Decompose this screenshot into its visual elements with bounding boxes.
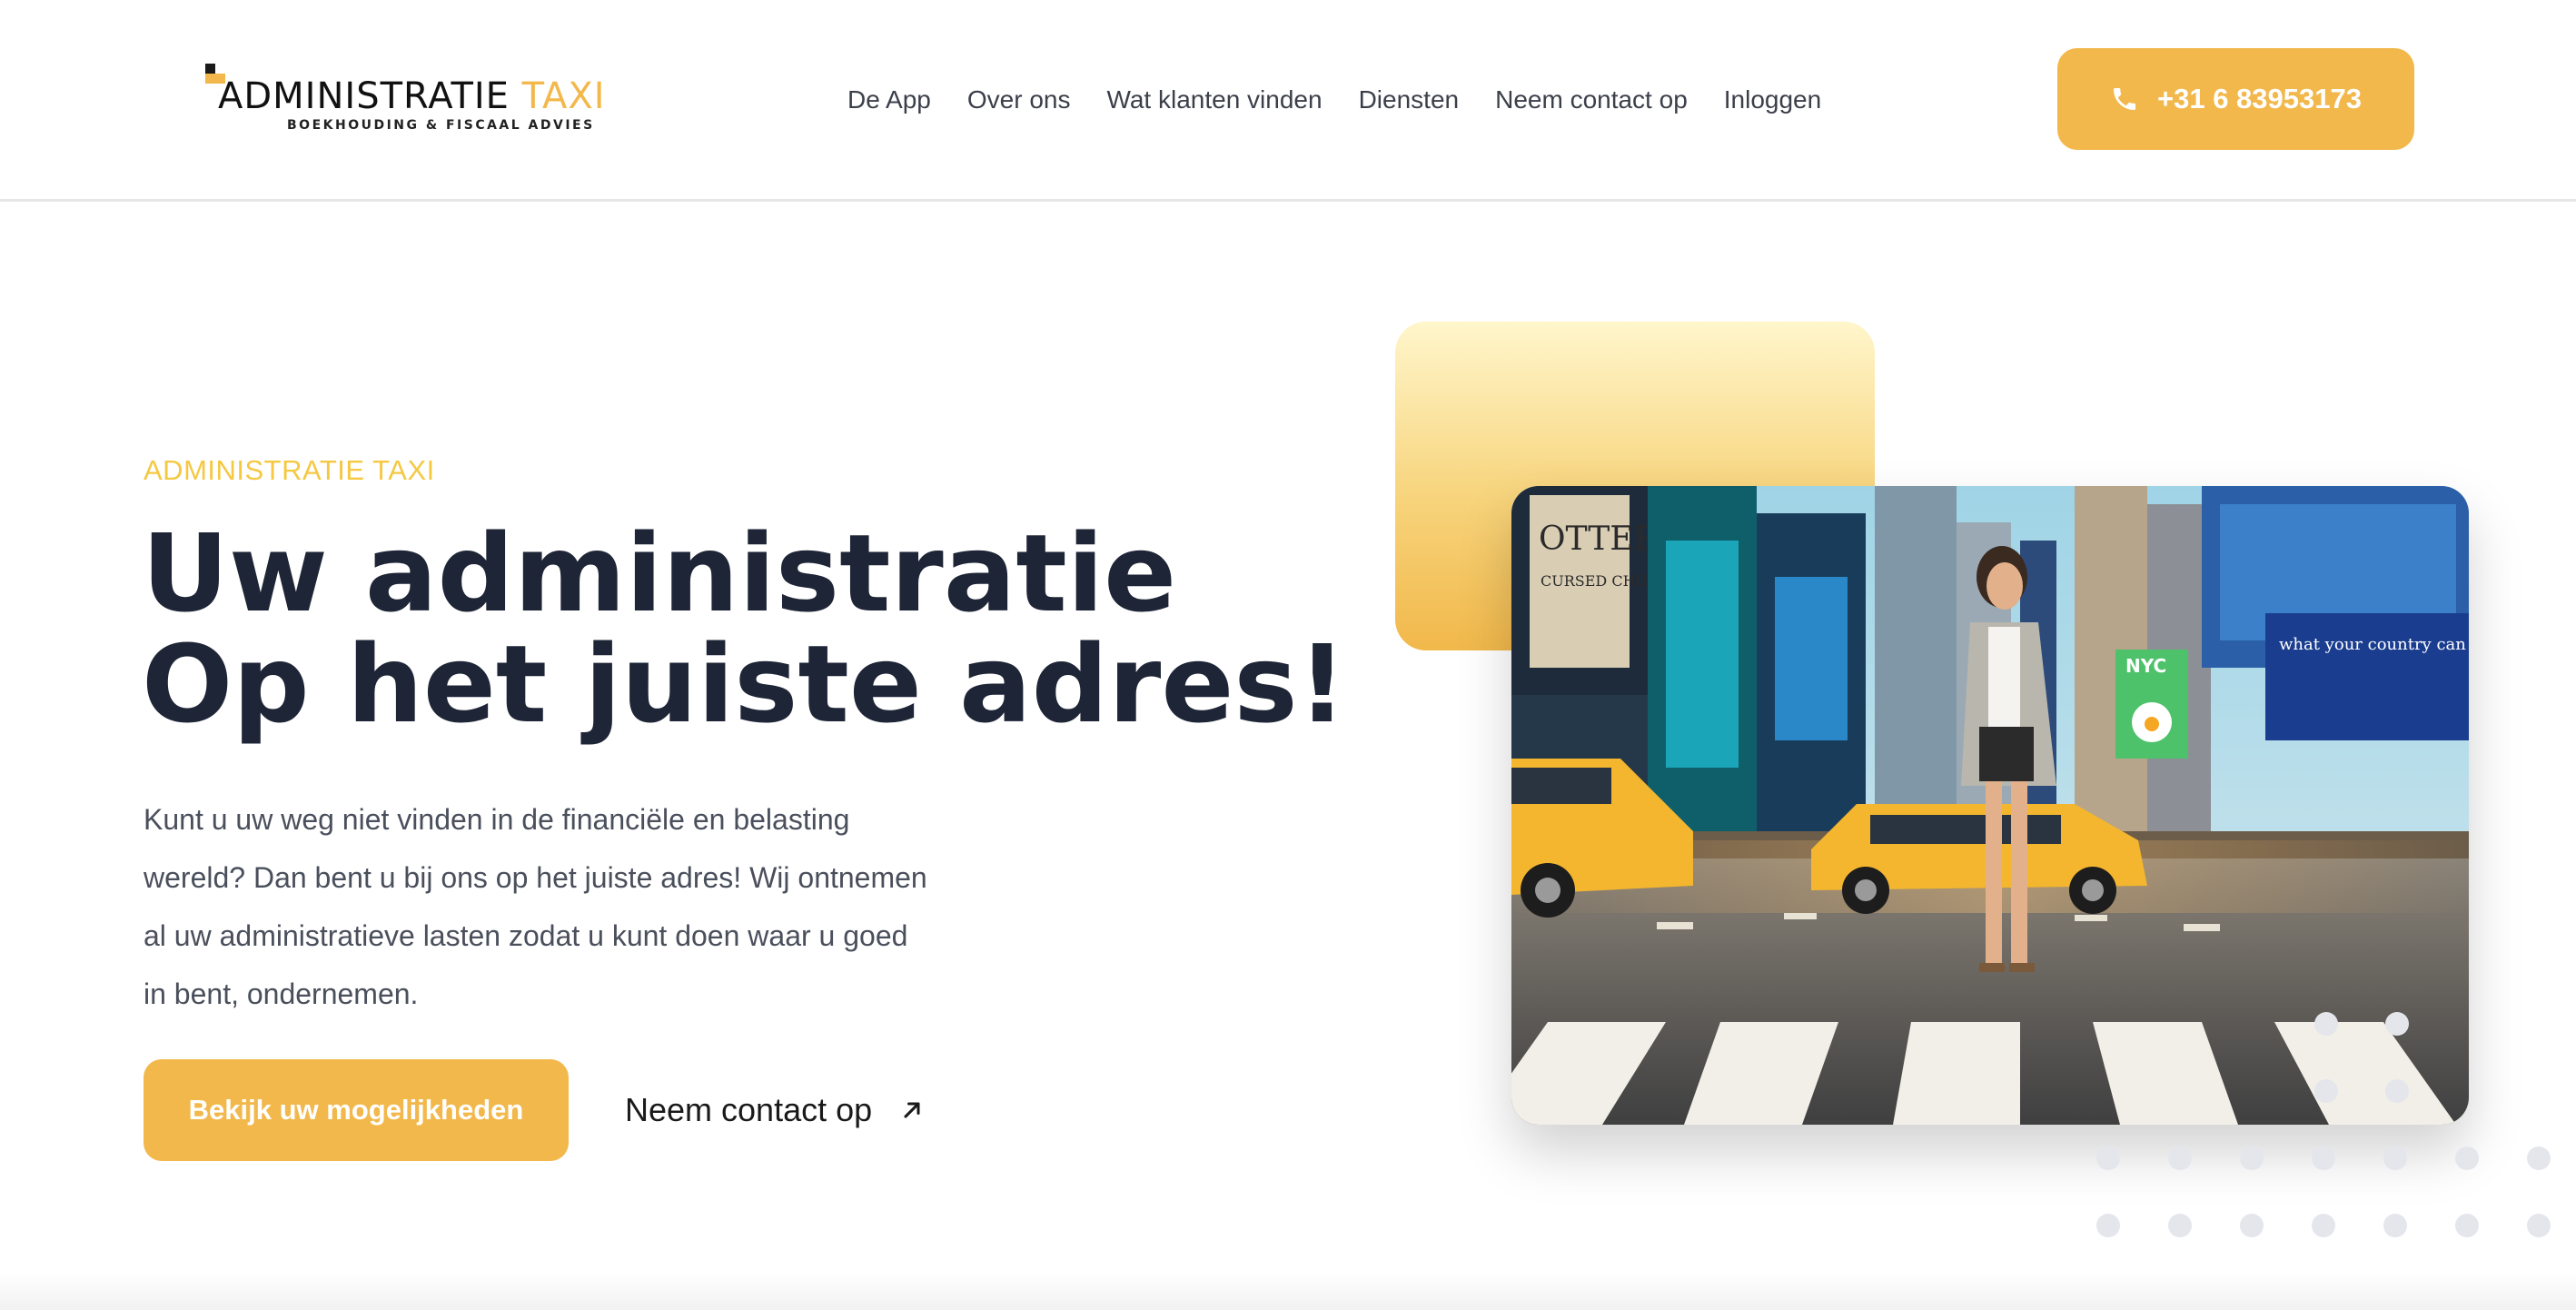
billboard-text: what your country can do (2279, 635, 2469, 654)
site-header: ADMINISTRATIE TAXI BOEKHOUDING & FISCAAL… (0, 0, 2576, 202)
logo-title: ADMINISTRATIE TAXI (218, 76, 606, 116)
contact-link-label: Neem contact op (625, 1091, 873, 1128)
phone-number: +31 6 83953173 (2157, 83, 2362, 114)
arrow-up-right-icon (904, 1102, 920, 1118)
hero-description-line: in bent, ondernemen. (144, 978, 419, 1010)
hero-description-line: wereld? Dan bent u bij ons op het juiste… (144, 861, 927, 894)
view-options-button[interactable]: Bekijk uw mogelijkheden (144, 1059, 569, 1161)
billboard-text: OTTER (1539, 521, 1659, 558)
main-nav: De App Over ons Wat klanten vinden Diens… (847, 80, 1821, 120)
nav-item-diensten[interactable]: Diensten (1359, 85, 1460, 114)
hero-description-line: Kunt u uw weg niet vinden in de financië… (144, 803, 850, 836)
billboard-text: NYC (2125, 655, 2166, 677)
hero-title-line2: Op het juiste adres! (142, 621, 1347, 747)
hero-eyebrow: ADMINISTRATIE TAXI (144, 454, 435, 486)
hero-description: Kunt u uw weg niet vinden in de financië… (144, 790, 979, 1023)
nav-item-de-app[interactable]: De App (847, 85, 931, 114)
nav-item-wat-klanten-vinden[interactable]: Wat klanten vinden (1106, 85, 1322, 114)
billboard-text: CURSED CHILD (1541, 572, 1662, 590)
logo-title-part2: TAXI (521, 75, 606, 117)
logo-tagline: BOEKHOUDING & FISCAAL ADVIES (287, 118, 595, 133)
section-divider-shadow (0, 1272, 2576, 1310)
hero-title-line1: Uw administratie (142, 511, 1177, 636)
nav-item-neem-contact-op[interactable]: Neem contact op (1495, 85, 1688, 114)
hero-description-line: al uw administratieve lasten zodat u kun… (144, 919, 908, 952)
logo-title-part1: ADMINISTRATIE (218, 75, 510, 117)
phone-icon (2114, 88, 2135, 110)
nav-item-over-ons[interactable]: Over ons (967, 85, 1071, 114)
nav-item-inloggen[interactable]: Inloggen (1724, 85, 1821, 114)
brand-logo[interactable]: ADMINISTRATIE TAXI BOEKHOUDING & FISCAAL… (205, 64, 641, 136)
hero-title: Uw administratie Op het juiste adres! (142, 518, 1346, 739)
contact-link[interactable]: Neem contact op (625, 1081, 925, 1139)
phone-button[interactable]: +31 6 83953173 (2057, 48, 2414, 150)
decorative-dot-grid (2096, 999, 2576, 1237)
